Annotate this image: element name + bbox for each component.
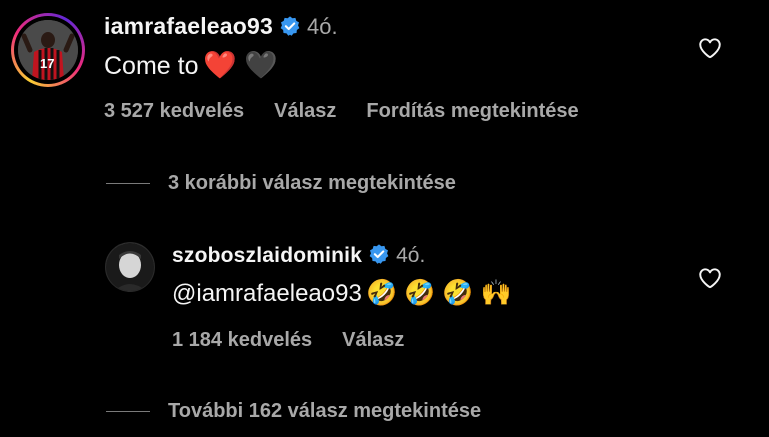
reply-avatar-image (106, 243, 154, 291)
verified-badge-icon (280, 16, 300, 36)
thread-line (106, 183, 150, 184)
reply-time: 4ó. (396, 244, 426, 267)
comment-reply-button[interactable]: Válasz (274, 100, 336, 122)
view-more-replies-button[interactable]: További 162 válasz megtekintése (168, 400, 481, 423)
reply-body: @iamrafaeleao93 🤣 🤣 🤣 🙌 (172, 279, 512, 308)
see-translation-button[interactable]: Fordítás megtekintése (366, 100, 578, 122)
comment-meta: 3 527 kedvelés Válasz Fordítás megtekintés… (104, 100, 609, 123)
view-earlier-replies-button[interactable]: 3 korábbi válasz megtekintése (168, 172, 456, 195)
reply-username[interactable]: szoboszlaidominik (172, 244, 362, 267)
comment-likes[interactable]: 3 527 kedvelés (104, 100, 244, 122)
comment-body: Come to ❤️ 🖤 (104, 49, 278, 81)
avatar-story-ring[interactable]: 17 (11, 13, 85, 87)
thread-line (106, 411, 150, 412)
reply-avatar[interactable] (105, 242, 155, 292)
svg-text:17: 17 (40, 56, 54, 71)
reply-header: szoboszlaidominik 4ó. (172, 243, 425, 268)
like-heart-icon[interactable] (697, 265, 723, 291)
reply-text[interactable]: @iamrafaeleao93 (172, 280, 362, 307)
avatar-player-image: 17 (18, 20, 78, 80)
avatar: 17 (18, 20, 78, 80)
comment-header: iamrafaeleao93 4ó. (104, 13, 338, 40)
verified-badge-icon (369, 244, 389, 264)
like-heart-icon[interactable] (697, 35, 723, 61)
reply-meta: 1 184 kedvelés Válasz (172, 329, 434, 352)
comment-emojis: ❤️ 🖤 (202, 50, 278, 80)
reply-emojis: 🤣 🤣 🤣 🙌 (366, 279, 512, 307)
comment-username[interactable]: iamrafaeleao93 (104, 13, 273, 39)
avatar-frame: 17 (14, 16, 82, 84)
reply-reply-button[interactable]: Válasz (342, 329, 404, 351)
reply-likes[interactable]: 1 184 kedvelés (172, 329, 312, 351)
comment-time: 4ó. (307, 14, 338, 39)
comment-text: Come to (104, 52, 199, 80)
